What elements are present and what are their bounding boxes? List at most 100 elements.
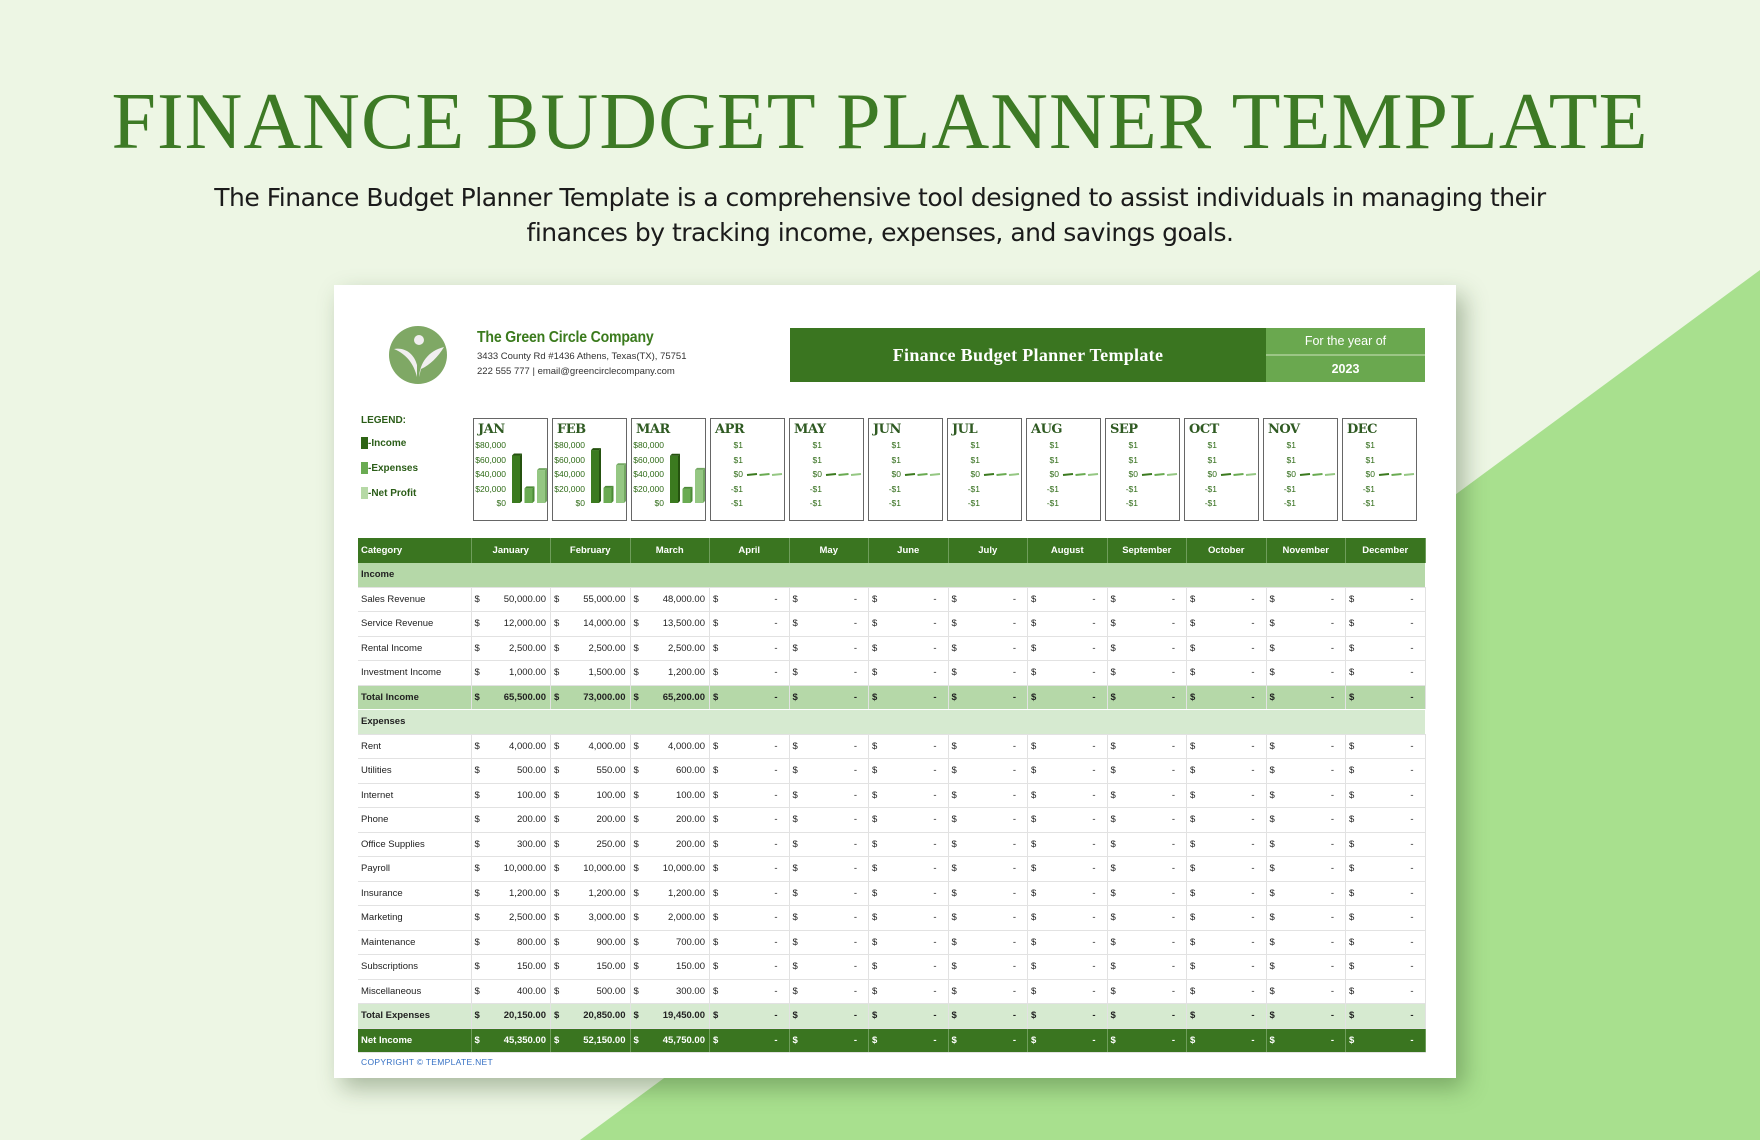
amount-cell[interactable]: $ - — [1345, 611, 1426, 637]
amount-cell[interactable]: $45,350.00 — [471, 1028, 551, 1053]
amount-cell[interactable]: $ - — [709, 1028, 790, 1053]
amount-cell[interactable]: $ - — [948, 611, 1028, 637]
amount-cell[interactable]: $100.00 — [471, 783, 551, 808]
amount-cell[interactable]: $65,200.00 — [630, 685, 710, 710]
amount-cell[interactable]: $ - — [1345, 856, 1426, 882]
column-header-january[interactable]: January — [471, 538, 551, 563]
amount-cell[interactable]: $50,000.00 — [471, 587, 551, 612]
amount-cell[interactable]: $ - — [868, 1028, 949, 1053]
amount-cell[interactable]: $ - — [1027, 783, 1108, 808]
amount-cell[interactable]: $200.00 — [630, 832, 710, 857]
amount-cell[interactable]: $ - — [709, 881, 790, 906]
amount-cell[interactable]: $ - — [1266, 758, 1346, 784]
amount-cell[interactable]: $ - — [1027, 1003, 1108, 1029]
column-header-july[interactable]: July — [948, 538, 1028, 563]
amount-cell[interactable]: $ - — [1107, 881, 1187, 906]
column-header-september[interactable]: September — [1107, 538, 1187, 563]
amount-cell[interactable]: $ - — [789, 856, 869, 882]
amount-cell[interactable]: $400.00 — [471, 979, 551, 1004]
amount-cell[interactable]: $ - — [948, 758, 1028, 784]
amount-cell[interactable]: $52,150.00 — [550, 1028, 631, 1053]
amount-cell[interactable]: $ - — [1345, 832, 1426, 857]
amount-cell[interactable]: $900.00 — [550, 930, 631, 955]
amount-cell[interactable]: $ - — [789, 1028, 869, 1053]
amount-cell[interactable]: $ - — [1107, 856, 1187, 882]
amount-cell[interactable]: $ - — [1345, 660, 1426, 686]
amount-cell[interactable]: $ - — [1266, 685, 1346, 710]
amount-cell[interactable]: $4,000.00 — [550, 734, 631, 759]
amount-cell[interactable]: $ - — [709, 734, 790, 759]
amount-cell[interactable]: $ - — [868, 881, 949, 906]
amount-cell[interactable]: $1,200.00 — [630, 881, 710, 906]
amount-cell[interactable]: $ - — [1186, 611, 1267, 637]
amount-cell[interactable]: $ - — [1027, 979, 1108, 1004]
amount-cell[interactable]: $ - — [868, 807, 949, 833]
amount-cell[interactable]: $ - — [948, 979, 1028, 1004]
amount-cell[interactable]: $ - — [1266, 636, 1346, 661]
amount-cell[interactable]: $ - — [948, 636, 1028, 661]
amount-cell[interactable]: $ - — [789, 979, 869, 1004]
amount-cell[interactable]: $ - — [1186, 783, 1267, 808]
amount-cell[interactable]: $ - — [1186, 856, 1267, 882]
amount-cell[interactable]: $ - — [948, 832, 1028, 857]
amount-cell[interactable]: $300.00 — [471, 832, 551, 857]
amount-cell[interactable]: $ - — [709, 783, 790, 808]
amount-cell[interactable]: $ - — [868, 979, 949, 1004]
year-value[interactable]: 2023 — [1266, 356, 1425, 382]
amount-cell[interactable]: $ - — [868, 832, 949, 857]
amount-cell[interactable]: $ - — [1027, 587, 1108, 612]
amount-cell[interactable]: $ - — [1266, 832, 1346, 857]
amount-cell[interactable]: $100.00 — [550, 783, 631, 808]
amount-cell[interactable]: $500.00 — [471, 758, 551, 784]
amount-cell[interactable]: $14,000.00 — [550, 611, 631, 637]
amount-cell[interactable]: $ - — [1027, 611, 1108, 637]
amount-cell[interactable]: $ - — [948, 1003, 1028, 1029]
row-label[interactable]: Total Expenses — [358, 1003, 472, 1029]
amount-cell[interactable]: $ - — [868, 660, 949, 686]
row-label[interactable]: Rent — [358, 734, 472, 759]
amount-cell[interactable]: $600.00 — [630, 758, 710, 784]
amount-cell[interactable]: $100.00 — [630, 783, 710, 808]
amount-cell[interactable]: $ - — [1186, 636, 1267, 661]
amount-cell[interactable]: $150.00 — [630, 954, 710, 980]
amount-cell[interactable]: $13,500.00 — [630, 611, 710, 637]
amount-cell[interactable]: $ - — [1107, 1028, 1187, 1053]
column-header-category[interactable]: Category — [358, 538, 472, 563]
amount-cell[interactable]: $ - — [1107, 783, 1187, 808]
amount-cell[interactable]: $ - — [1027, 905, 1108, 931]
amount-cell[interactable]: $ - — [1266, 1028, 1346, 1053]
amount-cell[interactable]: $ - — [868, 856, 949, 882]
amount-cell[interactable]: $ - — [789, 954, 869, 980]
amount-cell[interactable]: $ - — [1107, 660, 1187, 686]
amount-cell[interactable]: $ - — [1186, 685, 1267, 710]
amount-cell[interactable]: $550.00 — [550, 758, 631, 784]
amount-cell[interactable]: $ - — [709, 660, 790, 686]
amount-cell[interactable]: $ - — [1266, 783, 1346, 808]
amount-cell[interactable]: $10,000.00 — [471, 856, 551, 882]
row-label[interactable]: Expenses — [358, 709, 471, 735]
amount-cell[interactable]: $2,500.00 — [630, 636, 710, 661]
amount-cell[interactable]: $300.00 — [630, 979, 710, 1004]
amount-cell[interactable]: $ - — [868, 734, 949, 759]
amount-cell[interactable]: $ - — [1345, 905, 1426, 931]
amount-cell[interactable]: $ - — [1186, 587, 1267, 612]
amount-cell[interactable]: $ - — [789, 783, 869, 808]
amount-cell[interactable]: $45,750.00 — [630, 1028, 710, 1053]
amount-cell[interactable]: $ - — [1345, 734, 1426, 759]
amount-cell[interactable]: $ - — [1107, 930, 1187, 955]
column-header-october[interactable]: October — [1186, 538, 1267, 563]
amount-cell[interactable]: $ - — [709, 685, 790, 710]
row-label[interactable]: Maintenance — [358, 930, 472, 955]
amount-cell[interactable]: $ - — [1345, 1028, 1426, 1053]
row-label[interactable]: Office Supplies — [358, 832, 472, 857]
amount-cell[interactable]: $800.00 — [471, 930, 551, 955]
amount-cell[interactable]: $ - — [868, 954, 949, 980]
amount-cell[interactable]: $ - — [1266, 930, 1346, 955]
amount-cell[interactable]: $ - — [868, 636, 949, 661]
amount-cell[interactable]: $ - — [868, 930, 949, 955]
amount-cell[interactable]: $10,000.00 — [550, 856, 631, 882]
amount-cell[interactable]: $ - — [1107, 685, 1187, 710]
amount-cell[interactable]: $ - — [789, 905, 869, 931]
amount-cell[interactable]: $ - — [1266, 1003, 1346, 1029]
amount-cell[interactable]: $2,500.00 — [550, 636, 631, 661]
